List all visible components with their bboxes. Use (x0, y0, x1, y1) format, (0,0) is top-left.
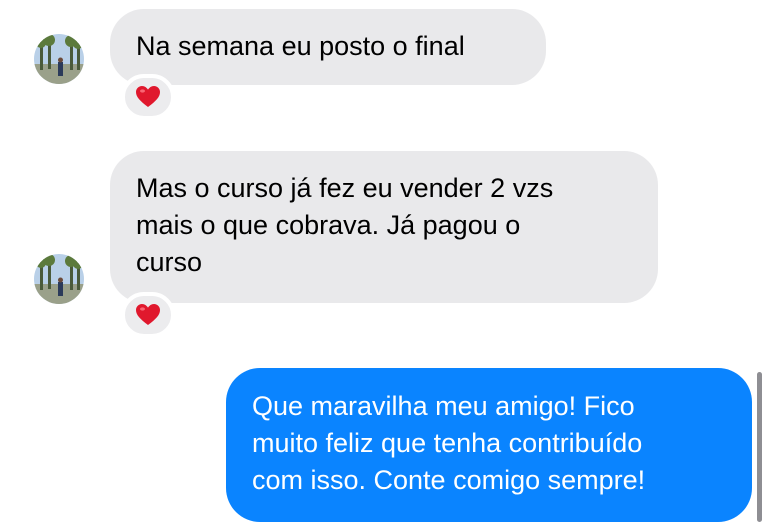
contact-avatar[interactable] (34, 34, 84, 84)
contact-avatar[interactable] (34, 254, 84, 304)
message-bubble-received[interactable]: Mas o curso já fez eu vender 2 vzs mais … (110, 151, 658, 303)
message-bubble-sent[interactable]: Que maravilha meu amigo! Fico muito feli… (226, 368, 752, 522)
message-reaction[interactable] (121, 74, 175, 120)
avatar-photo-icon (34, 254, 84, 304)
heart-icon (136, 86, 160, 107)
heart-icon (136, 304, 160, 325)
message-bubble-received[interactable]: Na semana eu posto o final (110, 9, 546, 85)
message-thread: Na semana eu posto o final Mas o curso j… (0, 0, 768, 530)
message-reaction[interactable] (121, 292, 175, 338)
avatar-photo-icon (34, 34, 84, 84)
scrollbar[interactable] (757, 372, 762, 522)
